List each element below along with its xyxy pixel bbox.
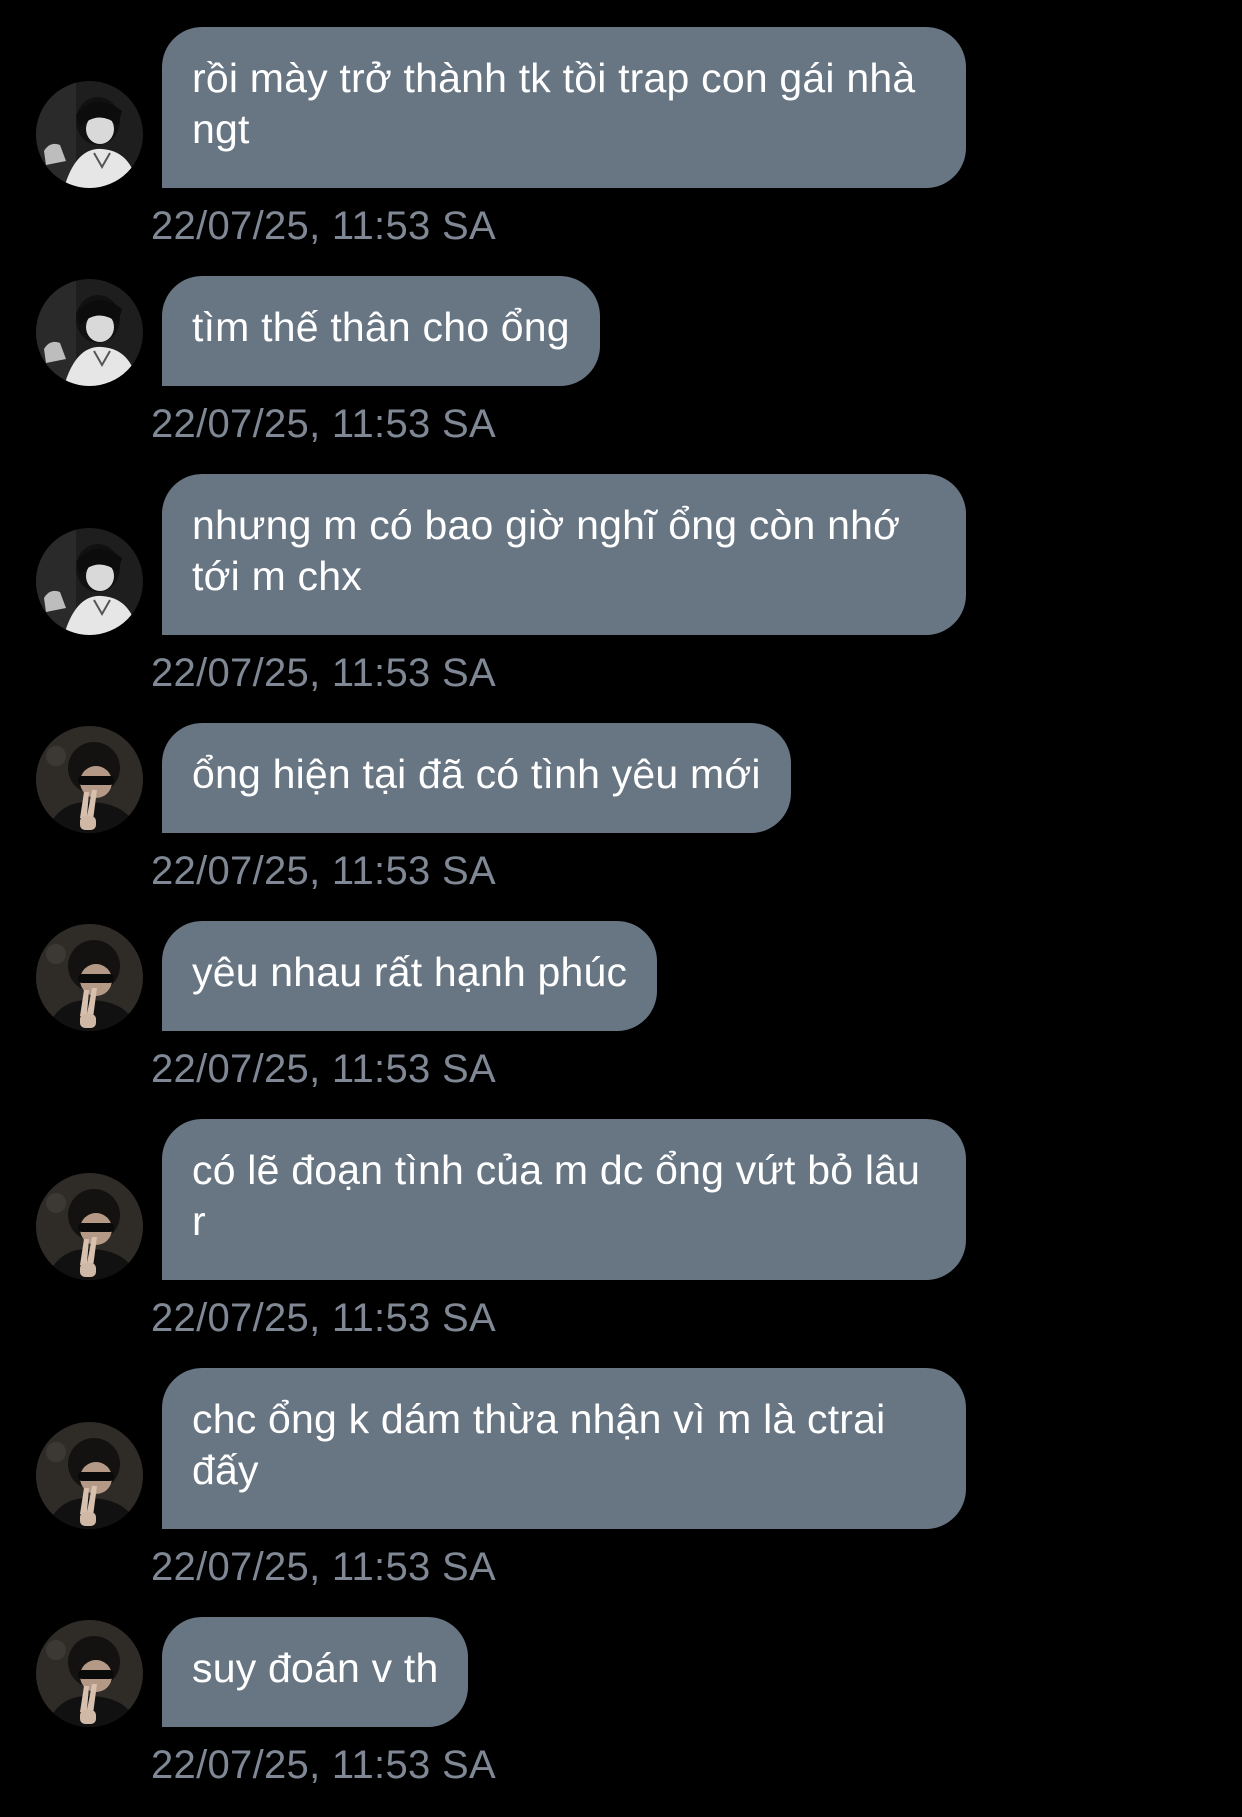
message-timestamp: 22/07/25, 11:53 SA xyxy=(151,1743,496,1787)
message-thread: rồi mày trở thành tk tồi trap con gái nh… xyxy=(0,0,1242,1817)
message-bubble[interactable]: rồi mày trở thành tk tồi trap con gái nh… xyxy=(162,27,966,188)
message-timestamp: 22/07/25, 11:53 SA xyxy=(151,1296,496,1340)
message-bubble[interactable]: có lẽ đoạn tình của m dc ổng vứt bỏ lâu … xyxy=(162,1119,966,1280)
avatar-2-icon[interactable] xyxy=(36,1620,143,1727)
message-timestamp: 22/07/25, 11:53 SA xyxy=(151,651,496,695)
message-timestamp: 22/07/25, 11:53 SA xyxy=(151,204,496,248)
avatar-1-icon[interactable] xyxy=(36,279,143,386)
message-timestamp: 22/07/25, 11:53 SA xyxy=(151,1545,496,1589)
avatar-2-icon[interactable] xyxy=(36,1173,143,1280)
avatar-1-icon[interactable] xyxy=(36,528,143,635)
message-bubble[interactable]: yêu nhau rất hạnh phúc xyxy=(162,921,658,1031)
message-timestamp: 22/07/25, 11:53 SA xyxy=(151,849,496,893)
avatar-2-icon[interactable] xyxy=(36,726,143,833)
message-bubble[interactable]: chc ổng k dám thừa nhận vì m là ctrai đấ… xyxy=(162,1368,966,1529)
message-bubble[interactable]: nhưng m có bao giờ nghĩ ổng còn nhớ tới … xyxy=(162,474,966,635)
avatar-1-icon[interactable] xyxy=(36,81,143,188)
message-bubble[interactable]: tìm thế thân cho ổng xyxy=(162,276,600,386)
message-bubble[interactable]: suy đoán v th xyxy=(162,1617,469,1727)
message-timestamp: 22/07/25, 11:53 SA xyxy=(151,402,496,446)
avatar-2-icon[interactable] xyxy=(36,1422,143,1529)
avatar-2-icon[interactable] xyxy=(36,924,143,1031)
message-timestamp: 22/07/25, 11:53 SA xyxy=(151,1047,496,1091)
message-bubble[interactable]: ổng hiện tại đã có tình yêu mới xyxy=(162,723,791,833)
